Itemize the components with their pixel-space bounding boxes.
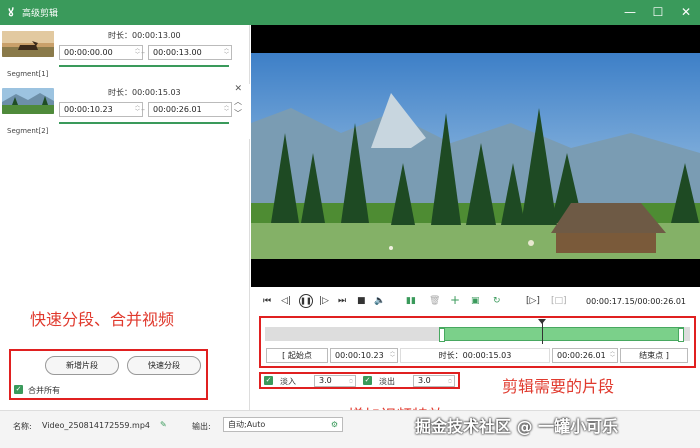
selection-end-handle[interactable] [678,328,684,342]
step-back-icon[interactable]: ◁| [281,296,291,306]
segment-progress [59,65,229,67]
name-label: 名称: [13,422,32,431]
stop-icon[interactable]: ■ [357,296,366,306]
close-button[interactable]: ✕ [672,0,700,25]
mark-in-icon[interactable]: [▷] [526,296,540,306]
segment-duration: 时长：00:00:15.03 [108,88,181,97]
fade-out-checkbox[interactable]: ✓ [363,376,372,385]
fade-out-input[interactable]: 3.0 ︿ ﹀ [413,375,455,387]
edit-name-icon[interactable]: ✎ [160,420,167,429]
selection-start-handle[interactable] [439,328,445,342]
range-dash: – [141,48,145,57]
volume-icon[interactable]: 🔈 [374,296,385,306]
segment-item[interactable]: 时长：00:00:13.00 00:00:00.00 ︿ ﹀ – 00:00:13… [0,27,250,82]
title-bar: ꙋ 高级剪辑 — ☐ ✕ [0,0,700,25]
segment-progress-fill [59,122,229,124]
go-end-icon[interactable]: ⏭ [338,296,346,306]
mark-out-icon[interactable]: [□] [551,296,567,306]
segment-thumbnail [2,31,54,57]
split-icon[interactable]: ▮▮ [406,296,416,306]
timeline-track[interactable] [265,327,690,342]
output-label: 输出: [192,422,211,431]
move-down-icon[interactable]: ﹀ [234,108,242,119]
clip-end-input[interactable]: 00:00:26.01 ︿ ﹀ [552,348,618,363]
window-title: 高级剪辑 [22,9,59,19]
move-up-icon[interactable]: ︿ [234,96,242,107]
segment-thumbnail [2,88,54,114]
segment-start-input[interactable]: 00:00:10.23 ︿ ﹀ [59,102,143,117]
merge-all-checkbox[interactable]: ✓ [14,385,23,394]
fade-in-checkbox[interactable]: ✓ [264,376,273,385]
spinner-icon[interactable]: ︿ ﹀ [610,349,615,361]
go-start-icon[interactable]: ⏮ [263,296,271,306]
timeline-selection[interactable] [439,327,684,342]
filename-text: Video_250814172559.mp4 [42,421,150,430]
annotation-split-merge: 快速分段、合并视频 [30,310,175,329]
segment-duration: 时长：00:00:13.00 [108,31,181,40]
spinner-icon[interactable]: ︿ ﹀ [448,376,452,386]
spinner-icon[interactable]: ︿ ﹀ [135,46,140,58]
pause-button[interactable]: ❚❚ [299,294,313,308]
fade-in-label: 淡入 [280,377,296,386]
clip-duration: 时长：00:00:15.03 [400,348,550,363]
spinner-icon[interactable]: ︿ ﹀ [390,349,395,361]
watermark: 掘金技术社区 @ 一罐小可乐 [415,417,619,436]
minimize-button[interactable]: — [616,0,644,25]
fade-in-input[interactable]: 3.0 ︿ ﹀ [314,375,356,387]
segment-label: Segment[1] [7,70,49,78]
step-forward-icon[interactable]: |▷ [319,296,329,306]
set-start-button[interactable]: [ 起始点 [266,348,328,363]
segment-end-input[interactable]: 00:00:26.01 ︿ ﹀ [148,102,232,117]
maximize-button[interactable]: ☐ [644,0,672,25]
segment-end-input[interactable]: 00:00:13.00 ︿ ﹀ [148,45,232,60]
video-preview[interactable] [251,25,700,287]
clip-start-input[interactable]: 00:00:10.23 ︿ ﹀ [330,348,398,363]
spinner-icon[interactable]: ︿ ﹀ [135,103,140,115]
playhead[interactable] [542,320,543,344]
fade-out-label: 淡出 [379,377,395,386]
window-controls: — ☐ ✕ [616,0,700,25]
output-select[interactable]: 自动;Auto ⚙ [223,417,343,432]
spinner-icon[interactable]: ︿ ﹀ [224,103,229,115]
quick-split-button[interactable]: 快速分段 [127,356,201,375]
segment-progress-fill [59,65,229,67]
timecode-display: 00:00:17.15/00:00:26.01 [586,297,686,306]
app-logo-icon: ꙋ [8,6,14,19]
spinner-icon[interactable]: ︿ ﹀ [224,46,229,58]
merge-all-label: 合并所有 [28,386,60,395]
segment-item[interactable]: 时长：00:00:15.03 00:00:10.23 ︿ ﹀ – 00:00:26… [0,84,250,139]
set-end-button[interactable]: 结束点 ] [620,348,688,363]
remove-segment-icon[interactable]: ✕ [234,84,242,94]
refresh-icon[interactable]: ↻ [493,296,501,306]
annotation-clip-needed: 剪辑需要的片段 [502,377,615,396]
copy-icon[interactable]: ▣ [471,296,480,306]
delete-icon[interactable]: 🗑 [429,296,440,306]
add-icon[interactable]: + [450,293,460,307]
add-segment-button[interactable]: 新增片段 [45,356,119,375]
segment-progress [59,122,229,124]
video-frame [251,53,700,259]
segment-start-input[interactable]: 00:00:00.00 ︿ ﹀ [59,45,143,60]
spinner-icon[interactable]: ︿ ﹀ [349,376,353,386]
range-dash: – [141,105,145,114]
settings-gear-icon[interactable]: ⚙ [331,418,338,431]
segment-label: Segment[2] [7,127,49,135]
